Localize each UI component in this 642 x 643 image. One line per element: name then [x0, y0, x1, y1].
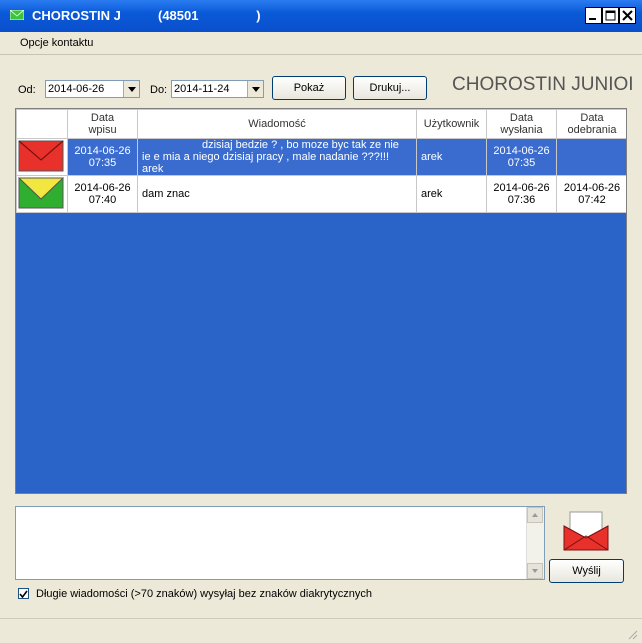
send-button[interactable]: Wyślij	[549, 559, 624, 583]
status-bar	[0, 618, 642, 643]
entry-time: 07:35	[88, 157, 117, 169]
to-date-picker[interactable]: 2014-11-24	[171, 80, 264, 98]
message-line-2: ie e mia a niego dzisiaj pracy , male na…	[142, 151, 390, 163]
menu-bar: Opcje kontaktu	[0, 32, 642, 55]
header-sent-date-label: Data wysłania	[500, 112, 543, 136]
show-button[interactable]: Pokaż	[272, 76, 346, 100]
maximize-button[interactable]	[602, 7, 619, 24]
sent-date-cell: 2014-06-26 07:35	[486, 138, 557, 176]
table-row[interactable]: 2014-06-26 07:35 dzisiaj bedzie ? , bo mo…	[16, 138, 626, 176]
sent-time: 07:36	[507, 194, 536, 206]
arrow-up-icon	[532, 513, 538, 517]
from-label: Od:	[18, 84, 36, 96]
header-entry-date-label: Data wpisu	[88, 112, 117, 136]
received-time: 07:42	[578, 194, 606, 206]
envelope-red-icon	[18, 140, 64, 172]
sent-date: 2014-06-26	[493, 145, 550, 157]
header-received-date-label: Data odebrania	[567, 112, 617, 136]
message-cell: dzisiaj bedzie ? , bo moze byc tak ze ni…	[137, 138, 417, 176]
arrow-down-icon	[532, 569, 538, 573]
user-cell: arek	[416, 138, 487, 176]
header-user[interactable]: Użytkownik	[416, 109, 487, 139]
no-diacritics-checkbox[interactable]	[18, 588, 29, 599]
scroll-down-button[interactable]	[527, 563, 543, 579]
message-line-1: dzisiaj bedzie ? , bo moze byc tak ze ni…	[202, 139, 399, 152]
header-sent-date[interactable]: Data wysłania	[486, 109, 557, 139]
menu-contact-options[interactable]: Opcje kontaktu	[20, 37, 93, 49]
window-title: CHOROSTIN J	[32, 8, 121, 23]
received-date-cell: 2014-06-26 07:42	[556, 175, 626, 213]
row-icon-cell	[16, 138, 68, 176]
received-date: 2014-06-26	[563, 182, 621, 194]
to-label: Do:	[150, 84, 168, 96]
header-icon[interactable]	[16, 109, 68, 139]
messages-grid[interactable]: Data wpisu Wiadomość Użytkownik Data wys…	[15, 108, 627, 494]
minimize-button[interactable]	[585, 7, 602, 24]
entry-date-cell: 2014-06-26 07:35	[67, 138, 138, 176]
to-date-value: 2014-11-24	[174, 83, 230, 95]
header-message[interactable]: Wiadomość	[137, 109, 417, 139]
resize-grip-icon[interactable]	[626, 628, 638, 640]
close-button[interactable]	[619, 7, 636, 24]
sent-time: 07:35	[507, 157, 536, 169]
sent-date: 2014-06-26	[493, 182, 550, 194]
table-row[interactable]: 2014-06-26 07:40 dam znac arek 2014-06-26…	[16, 175, 626, 213]
close-icon	[622, 10, 633, 21]
entry-date: 2014-06-26	[74, 182, 131, 194]
message-cell: dam znac	[137, 175, 417, 213]
user-cell: arek	[416, 175, 487, 213]
contact-name: CHOROSTIN JUNIOI	[452, 74, 634, 95]
message-line-3: arek	[142, 163, 164, 175]
window-title-code: (48501 )	[158, 8, 261, 23]
no-diacritics-label: Długie wiadomości (>70 znaków) wysyłaj b…	[36, 588, 372, 600]
minimize-icon	[589, 18, 596, 20]
envelope-yellow-icon	[17, 177, 65, 209]
received-date-cell	[556, 138, 626, 176]
header-entry-date[interactable]: Data wpisu	[67, 109, 138, 139]
table-header-row: Data wpisu Wiadomość Użytkownik Data wys…	[16, 109, 626, 139]
compose-scrollbar[interactable]	[526, 507, 544, 579]
row-icon-cell	[16, 175, 68, 213]
checkmark-icon	[19, 590, 28, 599]
chevron-down-icon[interactable]	[247, 81, 263, 97]
entry-date: 2014-06-26	[74, 145, 131, 157]
envelope-icon	[10, 10, 24, 20]
chevron-down-icon[interactable]	[123, 81, 139, 97]
message-line-1: dam znac	[142, 188, 190, 200]
from-date-value: 2014-06-26	[48, 83, 105, 95]
sent-date-cell: 2014-06-26 07:36	[486, 175, 557, 213]
envelope-send-icon	[563, 511, 609, 551]
scroll-up-button[interactable]	[527, 507, 543, 523]
title-bar: CHOROSTIN J (48501 )	[0, 0, 642, 32]
print-button[interactable]: Drukuj...	[353, 76, 427, 100]
entry-date-cell: 2014-06-26 07:40	[67, 175, 138, 213]
from-date-picker[interactable]: 2014-06-26	[45, 80, 140, 98]
entry-time: 07:40	[88, 194, 117, 206]
header-received-date[interactable]: Data odebrania	[556, 109, 626, 139]
maximize-icon	[605, 10, 616, 21]
message-input[interactable]	[15, 506, 545, 580]
messages-table: Data wpisu Wiadomość Użytkownik Data wys…	[16, 109, 626, 213]
